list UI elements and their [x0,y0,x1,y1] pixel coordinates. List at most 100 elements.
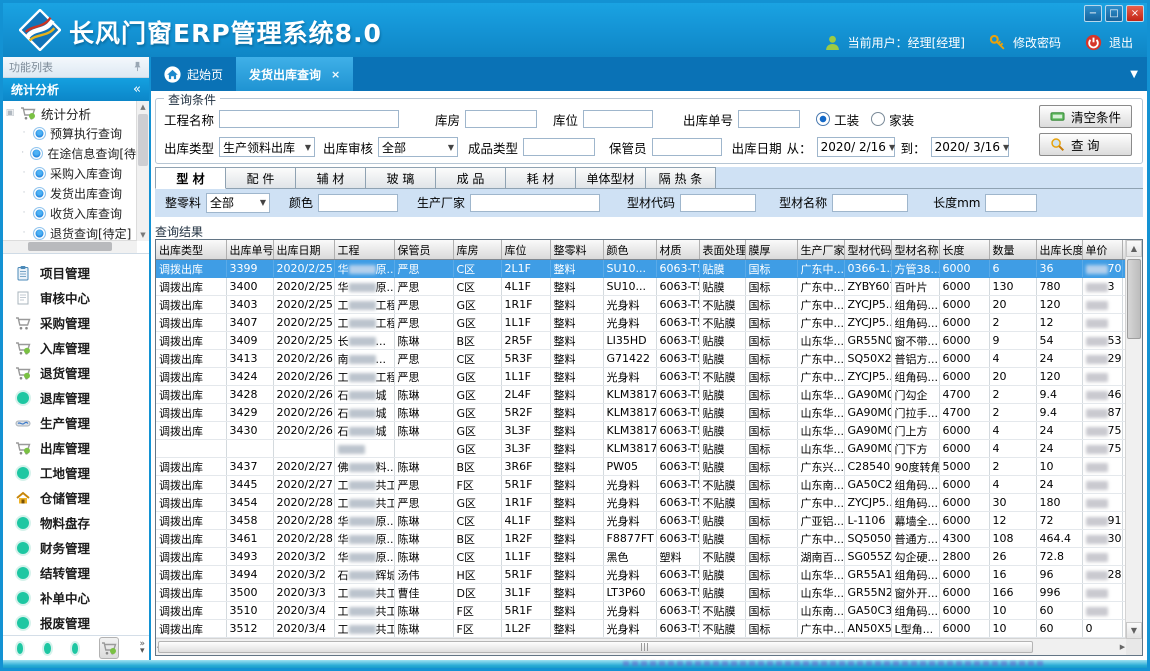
grid-vertical-scrollbar[interactable]: ▲▼ [1125,240,1142,639]
tab-thermal-strip[interactable]: 隔 热 条 [646,167,716,189]
quick-dot-icon[interactable] [17,643,23,654]
table-row[interactable]: 调拨出库34452020/2/27工共工程严思F区5R1F整料光身料6063-T… [156,476,1126,494]
column-header[interactable]: 库位 [501,240,550,260]
quick-dot-icon[interactable] [44,643,50,654]
table-row[interactable]: 调拨出库34072020/2/25工工程严思G区1L1F整料光身料6063-T5… [156,314,1126,332]
column-header[interactable]: 生产厂家 [797,240,844,260]
sidebar-item-warehouse-management[interactable]: 仓储管理 [3,485,149,510]
sidebar-item-purchase-management[interactable]: 采购管理 [3,310,149,335]
minimize-button[interactable]: − [1084,5,1102,22]
tab-glass[interactable]: 玻 璃 [366,167,436,189]
sidebar-item-audit-center[interactable]: 审核中心 [3,285,149,310]
grid-horizontal-scrollbar[interactable]: ◀ ▶ [156,638,1126,655]
profile-code-input[interactable] [680,194,756,212]
tree-expander-icon[interactable]: ▣ [5,108,15,118]
length-input[interactable] [985,194,1037,212]
tab-single-profile[interactable]: 单体型材 [576,167,646,189]
column-header[interactable]: 型材代码 [844,240,891,260]
sidebar-item-finance-management[interactable]: 财务管理 [3,535,149,560]
color-input[interactable] [318,194,398,212]
sidebar-item-site-management[interactable]: 工地管理 [3,460,149,485]
tab-list-caret-icon[interactable]: ▼ [1130,69,1147,80]
sidebar-item-inbound-management[interactable]: 入库管理 [3,335,149,360]
audit-select[interactable]: 全部▼ [378,137,458,157]
tab-fittings[interactable]: 配 件 [226,167,296,189]
pin-icon[interactable] [132,61,143,73]
tree-item-shipment-outbound-query[interactable]: ·发货出库查询 [5,183,136,203]
product-type-input[interactable] [523,138,595,156]
column-header[interactable]: 材质 [656,240,699,260]
sidebar-item-material-inventory[interactable]: 物料盘存 [3,510,149,535]
column-header[interactable]: 出库类型 [156,240,226,260]
maximize-button[interactable]: □ [1105,5,1123,22]
date-to-picker[interactable]: 2020/ 3/16▼ [931,137,1009,157]
column-header[interactable]: 出库单号 [226,240,273,260]
column-header[interactable]: 库房 [453,240,501,260]
hscroll-thumb[interactable] [158,641,1033,653]
tree-item-returns-query[interactable]: ·退货查询[待定] [5,223,136,241]
table-row[interactable]: 调拨出库34092020/2/25长...陈琳B区2R5F整料LI35HD606… [156,332,1126,350]
table-row[interactable]: 调拨出库34612020/2/28华原...陈琳B区1R2F整料F8877FT6… [156,530,1126,548]
sidebar-item-return-to-warehouse-management[interactable]: 退库管理 [3,385,149,410]
keeper-input[interactable] [652,138,722,156]
sidebar-item-returns-management[interactable]: 退货管理 [3,360,149,385]
sidebar-item-scrap-management[interactable]: 报废管理 [3,610,149,635]
column-header[interactable]: 保管员 [394,240,453,260]
radio-work-clothes[interactable]: 工装 [816,110,859,129]
sidebar-item-project-management[interactable]: 项目管理 [3,260,149,285]
logout-link[interactable]: 退出 [1109,34,1133,51]
table-row[interactable]: 调拨出库34002020/2/25华原...严思C区4L1F整料SU10...6… [156,278,1126,296]
table-row[interactable]: 调拨出库34372020/2/27佛料...陈琳B区3R6F整料PW056063… [156,458,1126,476]
table-row[interactable]: 调拨出库34032020/2/25工工程严思G区1R1F整料光身料6063-T5… [156,296,1126,314]
project-name-input[interactable] [219,110,399,128]
order-no-input[interactable] [738,110,800,128]
sidebar-item-production-management[interactable]: 生产管理 [3,410,149,435]
out-type-select[interactable]: 生产领料出库▼ [219,137,315,157]
table-row[interactable]: 调拨出库34282020/2/26石城陈琳G区2L4F整料KLM38176063… [156,386,1126,404]
tree-vertical-scrollbar[interactable]: ▲▼ [136,101,149,241]
tree-horizontal-scrollbar[interactable] [3,240,137,253]
column-header[interactable]: 颜色 [603,240,656,260]
sidebar-item-carryover-management[interactable]: 结转管理 [3,560,149,585]
profile-name-input[interactable] [832,194,908,212]
table-row[interactable]: 调拨出库34582020/2/28华原...陈琳C区4L1F整料光身料6063-… [156,512,1126,530]
column-header[interactable]: 出库日期 [273,240,334,260]
quick-dot-icon[interactable] [72,643,78,654]
column-header[interactable]: 单价 [1082,240,1122,260]
warehouse-input[interactable] [465,110,537,128]
tab-profile[interactable]: 型 材 [155,167,226,189]
table-row[interactable]: 调拨出库35002020/3/3工共工程曹佳D区3L1F整料LT3P606063… [156,584,1126,602]
location-input[interactable] [583,110,653,128]
column-header[interactable]: 数量 [989,240,1036,260]
sidebar-item-reorder-center[interactable]: 补单中心 [3,585,149,610]
radio-home-decoration[interactable]: 家装 [871,110,914,129]
table-row[interactable]: 调拨出库34542020/2/28工共工程严思G区1R1F整料光身料6063-T… [156,494,1126,512]
search-button[interactable]: 查 询 [1039,133,1132,156]
splitter-grip[interactable] [641,643,650,651]
tree-root[interactable]: ▣ 统计分析 [5,103,136,123]
whole-part-select[interactable]: 全部▼ [206,193,270,213]
clear-conditions-button[interactable]: 清空条件 [1039,105,1132,128]
table-row[interactable]: 调拨出库34242020/2/26工工程严思G区1L1F整料光身料6063-T5… [156,368,1126,386]
tree-item-budget-execution-query[interactable]: ·预算执行查询 [5,123,136,143]
table-row[interactable]: 调拨出库35122020/3/4工共工程陈琳F区1L2F整料光身料6063-T5… [156,620,1126,638]
tree-item-receipt-inbound-query[interactable]: ·收货入库查询 [5,203,136,223]
sidebar-item-outbound-management[interactable]: 出库管理 [3,435,149,460]
table-row[interactable]: 调拨出库34292020/2/26石城陈琳G区5R2F整料KLM38176063… [156,404,1126,422]
table-row[interactable]: G区3L3F整料KLM38176063-T5贴膜国标山东华...GA90M09.… [156,440,1126,458]
table-row[interactable]: 调拨出库33992020/2/25华原...严思C区2L1F整料SU10...6… [156,260,1126,278]
manufacturer-input[interactable] [470,194,600,212]
column-header[interactable]: 膜厚 [745,240,797,260]
vscroll-thumb[interactable] [1127,259,1141,339]
table-row[interactable]: 调拨出库34132020/2/26南...严思C区5R3F整料G71422606… [156,350,1126,368]
tree-item-in-transit-info-query[interactable]: ·在途信息查询[待 [5,143,136,163]
column-header[interactable]: 表面处理 [699,240,745,260]
cart-quick-button[interactable] [99,637,118,659]
tab-finished[interactable]: 成 品 [436,167,506,189]
column-header[interactable]: 工程 [334,240,394,260]
date-from-picker[interactable]: 2020/ 2/16▼ [817,137,895,157]
table-row[interactable]: 调拨出库35102020/3/4工共工程陈琳F区5R1F整料光身料6063-T5… [156,602,1126,620]
table-row[interactable]: 调拨出库34932020/3/2华原...陈琳C区1L1F整料黑色塑料不贴膜国标… [156,548,1126,566]
close-button[interactable]: × [1126,5,1144,22]
table-row[interactable]: 调拨出库34942020/3/2石辉城汤伟H区5R1F整料光身料6063-T5贴… [156,566,1126,584]
